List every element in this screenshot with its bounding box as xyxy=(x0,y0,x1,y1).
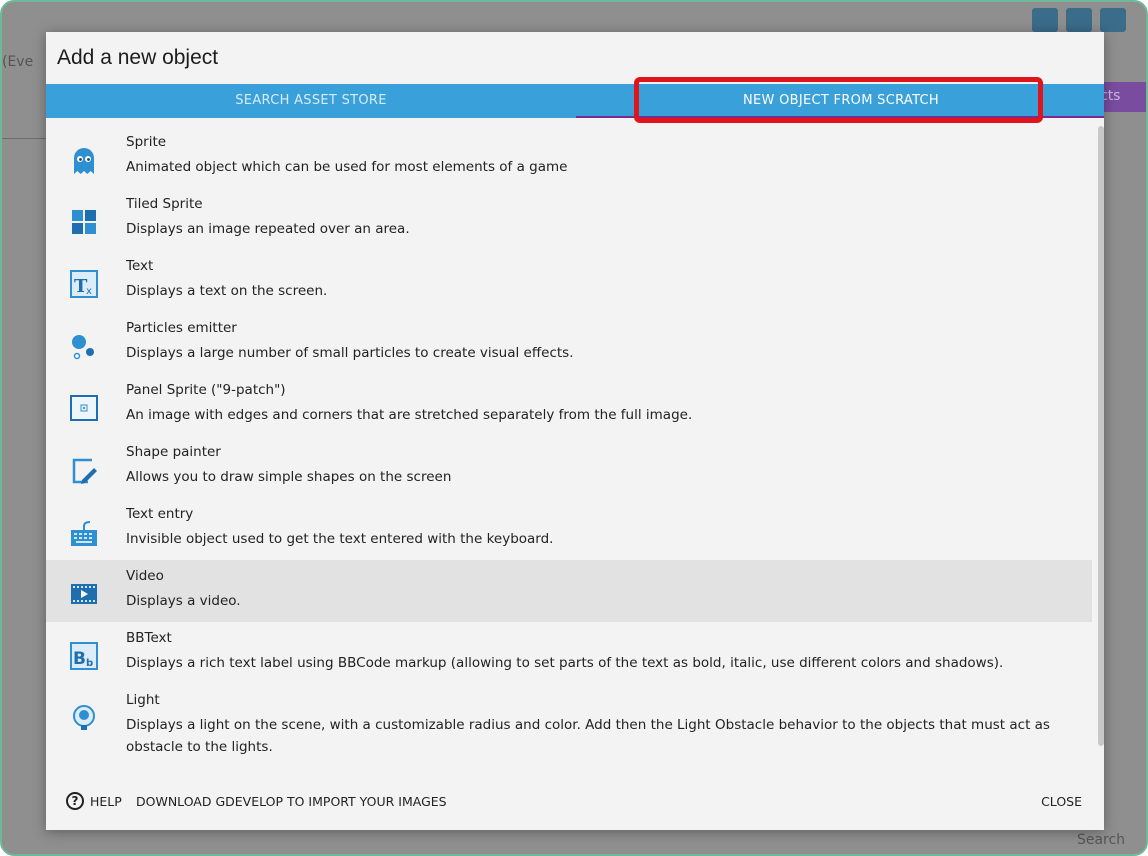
item-name: Tiled Sprite xyxy=(126,196,203,212)
panel-sprite-icon xyxy=(70,395,98,421)
list-item-video[interactable]: Video Displays a video. xyxy=(46,560,1092,622)
list-item-bbtext[interactable]: B b BBText Displays a rich text label us… xyxy=(46,622,1092,684)
tiled-sprite-icon xyxy=(72,210,96,234)
item-description: Displays a rich text label using BBCode … xyxy=(126,655,1004,671)
list-item-text[interactable]: T x Text Displays a text on the screen. xyxy=(46,250,1092,312)
list-item-sprite[interactable]: Sprite Animated object which can be used… xyxy=(46,126,1092,188)
list-item-shape-painter[interactable]: Shape painter Allows you to draw simple … xyxy=(46,436,1092,498)
item-description: Invisible object used to get the text en… xyxy=(126,531,554,547)
svg-text:x: x xyxy=(86,286,92,297)
item-description: Displays an image repeated over an area. xyxy=(126,221,410,237)
toolbar-icon xyxy=(1066,8,1092,32)
bbtext-icon: B b xyxy=(70,642,98,670)
item-description: Displays a text on the screen. xyxy=(126,283,328,299)
background-search-label: Search xyxy=(1076,832,1126,848)
close-button[interactable]: CLOSE xyxy=(1041,794,1082,809)
tab-bar: SEARCH ASSET STORE NEW OBJECT FROM SCRAT… xyxy=(46,84,1104,118)
list-item-text-entry[interactable]: Text entry Invisible object used to get … xyxy=(46,498,1092,560)
object-type-list: Sprite Animated object which can be used… xyxy=(46,126,1096,786)
sprite-icon xyxy=(74,148,94,174)
help-icon[interactable]: ? xyxy=(66,792,84,810)
item-name: Shape painter xyxy=(126,444,221,460)
list-scrollbar[interactable] xyxy=(1098,126,1104,746)
item-name: Text entry xyxy=(126,506,194,522)
item-name: Sprite xyxy=(126,134,167,150)
item-description: An image with edges and corners that are… xyxy=(126,407,693,423)
active-tab-indicator xyxy=(576,116,1104,118)
dialog-footer: ? HELP DOWNLOAD GDEVELOP TO IMPORT YOUR … xyxy=(46,778,1104,830)
item-name: BBText xyxy=(126,630,172,646)
shape-painter-icon xyxy=(72,458,97,484)
svg-text:B: B xyxy=(73,649,86,669)
item-description: Displays a light on the scene, with a cu… xyxy=(126,717,1050,755)
item-description: Displays a video. xyxy=(126,593,241,609)
item-name: Light xyxy=(126,692,160,708)
background-objects-tab: cts xyxy=(1100,82,1146,112)
light-icon xyxy=(73,705,95,730)
tab-search-asset-store[interactable]: SEARCH ASSET STORE xyxy=(46,84,576,118)
item-name: Panel Sprite ("9-patch") xyxy=(126,382,286,398)
list-item-particles-emitter[interactable]: Particles emitter Displays a large numbe… xyxy=(46,312,1092,374)
help-button[interactable]: HELP xyxy=(90,794,122,809)
particles-icon xyxy=(72,335,94,360)
tab-new-object-from-scratch[interactable]: NEW OBJECT FROM SCRATCH xyxy=(642,84,1040,118)
list-item-light[interactable]: Light Displays a light on the scene, wit… xyxy=(46,684,1092,768)
video-icon xyxy=(71,584,97,604)
item-name: Particles emitter xyxy=(126,320,237,336)
app-window: (Eve cts Search Add a new object SEARCH … xyxy=(0,0,1148,856)
background-tab: (Eve xyxy=(2,54,34,70)
item-description: Displays a large number of small particl… xyxy=(126,345,574,361)
toolbar-icon xyxy=(1032,8,1058,32)
item-description: Animated object which can be used for mo… xyxy=(126,159,568,175)
list-item-panel-sprite[interactable]: Panel Sprite ("9-patch") An image with e… xyxy=(46,374,1092,436)
keyboard-icon xyxy=(71,521,97,546)
toolbar-icon xyxy=(1100,8,1126,32)
background-divider xyxy=(2,138,48,139)
item-description: Allows you to draw simple shapes on the … xyxy=(126,469,452,485)
dialog-title: Add a new object xyxy=(57,46,219,69)
download-gdevelop-link[interactable]: DOWNLOAD GDEVELOP TO IMPORT YOUR IMAGES xyxy=(136,794,447,809)
item-name: Video xyxy=(126,568,164,584)
svg-text:b: b xyxy=(86,658,93,669)
text-icon: T x xyxy=(70,270,98,298)
add-object-dialog: Add a new object SEARCH ASSET STORE NEW … xyxy=(46,32,1104,830)
item-name: Text xyxy=(126,258,154,274)
list-item-tiled-sprite[interactable]: Tiled Sprite Displays an image repeated … xyxy=(46,188,1092,250)
